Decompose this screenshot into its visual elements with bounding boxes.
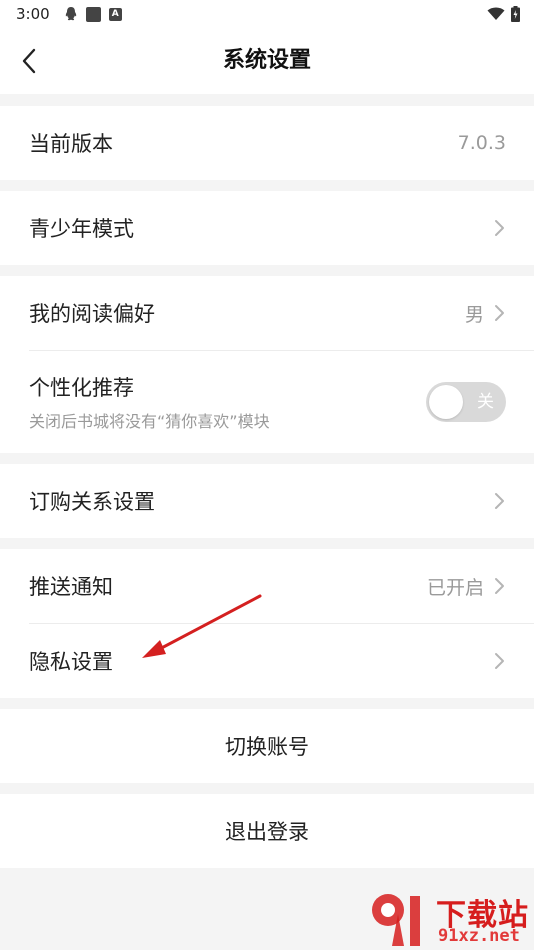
toggle-label: 关 bbox=[477, 392, 494, 412]
preference-value: 男 bbox=[464, 303, 484, 326]
row-label: 推送通知 bbox=[29, 575, 113, 599]
chevron-right-icon bbox=[495, 220, 504, 236]
section-subscription: 订购关系设置 bbox=[0, 464, 534, 538]
row-right bbox=[494, 652, 506, 670]
status-bar: 3:00 A bbox=[0, 0, 534, 28]
section-switch-account: 切换账号 bbox=[0, 709, 534, 783]
chevron-right-icon bbox=[495, 493, 504, 509]
toggle-knob bbox=[429, 385, 463, 419]
version-value: 7.0.3 bbox=[457, 132, 506, 154]
row-teen-mode[interactable]: 青少年模式 bbox=[0, 191, 534, 265]
push-status-value: 已开启 bbox=[426, 576, 484, 599]
row-label: 个性化推荐 bbox=[29, 376, 134, 400]
section-version: 当前版本 7.0.3 bbox=[0, 106, 534, 180]
row-subscription-settings[interactable]: 订购关系设置 bbox=[0, 464, 534, 538]
row-right bbox=[494, 219, 506, 237]
wifi-icon bbox=[487, 7, 505, 20]
row-label: 当前版本 bbox=[29, 132, 113, 156]
status-icons-left: A bbox=[64, 6, 122, 22]
section-teen-mode: 青少年模式 bbox=[0, 191, 534, 265]
row-right: 男 bbox=[465, 300, 506, 327]
chevron-right-icon bbox=[495, 305, 504, 321]
watermark: 下载站 91xz.net bbox=[368, 888, 534, 950]
section-preferences: 我的阅读偏好 男 个性化推荐 关闭后书城将没有“猜你喜欢”模块 关 bbox=[0, 276, 534, 453]
section-notifications-privacy: 推送通知 已开启 隐私设置 bbox=[0, 549, 534, 698]
qq-icon bbox=[65, 7, 76, 21]
row-push-notification[interactable]: 推送通知 已开启 bbox=[0, 549, 534, 623]
row-privacy-settings[interactable]: 隐私设置 bbox=[0, 624, 534, 698]
logout-button[interactable]: 退出登录 bbox=[0, 794, 534, 868]
status-time: 3:00 bbox=[16, 5, 50, 23]
row-reading-preference[interactable]: 我的阅读偏好 男 bbox=[0, 276, 534, 350]
row-label: 我的阅读偏好 bbox=[29, 302, 155, 326]
row-label: 青少年模式 bbox=[29, 217, 134, 241]
watermark-url: 91xz.net bbox=[438, 926, 520, 946]
notification-square-icon bbox=[85, 6, 101, 22]
personalized-recommendation-toggle[interactable]: 关 bbox=[426, 382, 506, 422]
row-label: 隐私设置 bbox=[29, 650, 113, 674]
a-badge-icon: A bbox=[108, 7, 122, 21]
row-text-stack: 个性化推荐 关闭后书城将没有“猜你喜欢”模块 bbox=[29, 372, 270, 432]
switch-account-button[interactable]: 切换账号 bbox=[0, 709, 534, 783]
row-right: 7.0.3 bbox=[458, 132, 506, 154]
row-right: 已开启 bbox=[427, 573, 506, 600]
row-personalized-recommendation: 个性化推荐 关闭后书城将没有“猜你喜欢”模块 关 bbox=[0, 351, 534, 453]
row-subtitle: 关闭后书城将没有“猜你喜欢”模块 bbox=[29, 412, 270, 431]
row-right bbox=[494, 492, 506, 510]
section-logout: 退出登录 bbox=[0, 794, 534, 868]
status-icons-right bbox=[487, 6, 520, 22]
chevron-right-icon bbox=[495, 653, 504, 669]
nav-bar: 系统设置 bbox=[0, 28, 534, 94]
row-right: 关 bbox=[426, 382, 506, 422]
page-title: 系统设置 bbox=[222, 48, 311, 73]
row-current-version: 当前版本 7.0.3 bbox=[0, 106, 534, 180]
row-label: 订购关系设置 bbox=[29, 490, 155, 514]
battery-icon bbox=[511, 6, 520, 22]
chevron-right-icon bbox=[495, 578, 504, 594]
watermark-logo-icon bbox=[372, 894, 420, 946]
